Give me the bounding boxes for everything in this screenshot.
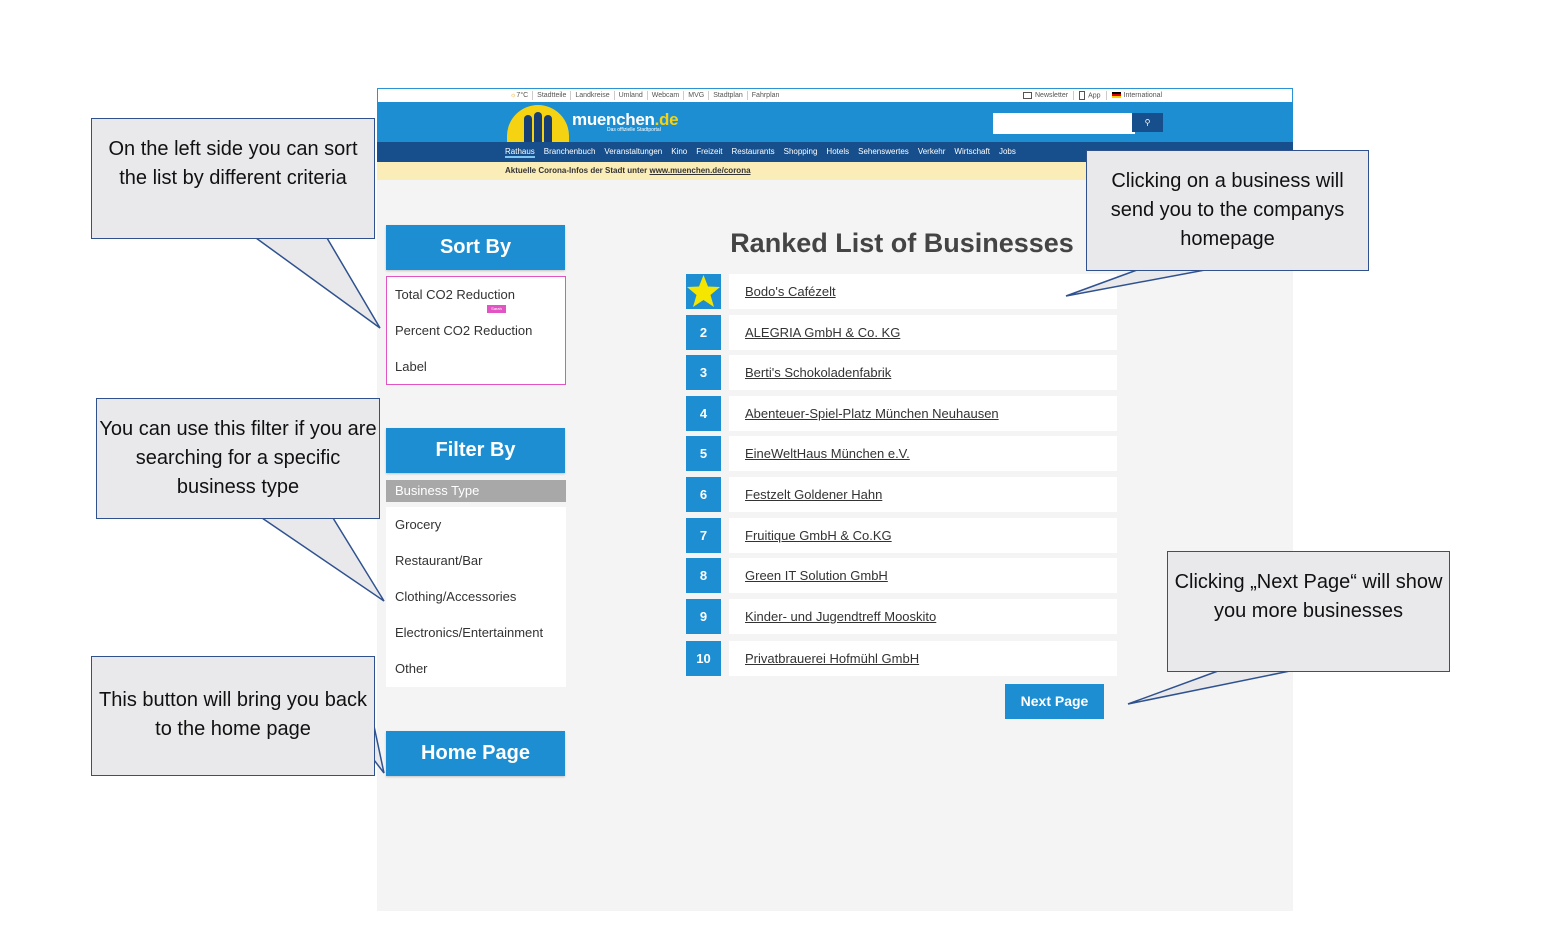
filter-option-grocery[interactable]: Grocery [395,517,441,532]
nav-item-restaurants[interactable]: Restaurants [731,147,774,158]
sort-option-total-co2[interactable]: Total CO2 Reduction [395,287,515,302]
utility-link[interactable]: Umland [615,91,648,100]
search-button[interactable]: ⚲ [1132,113,1163,132]
rank-badge: 4 [686,396,721,431]
corona-link[interactable]: www.muenchen.de/corona [649,166,750,175]
rank-badge: 3 [686,355,721,390]
business-link[interactable]: EineWeltHaus München e.V. [745,446,910,461]
callout-home: This button will bring you back to the h… [91,656,375,776]
rank-badge: 8 [686,558,721,593]
nav-item-rathaus[interactable]: Rathaus [505,147,535,158]
rank-badge: 1 [686,274,721,309]
search-icon: ⚲ [1144,118,1151,127]
business-link[interactable]: Bodo's Cafézelt [745,284,836,299]
sort-option-label[interactable]: Label [395,359,427,374]
nav-item-freizeit[interactable]: Freizeit [696,147,722,158]
filter-option-clothing[interactable]: Clothing/Accessories [395,589,516,604]
cursor-tag: Sarah [487,305,506,313]
next-page-button[interactable]: Next Page [1005,684,1104,719]
business-row[interactable]: Abenteuer-Spiel-Platz München Neuhausen [729,396,1117,431]
mail-icon [1023,91,1032,99]
sort-options: Total CO2 Reduction Sarah Percent CO2 Re… [386,276,566,385]
business-link[interactable]: Fruitique GmbH & Co.KG [745,528,892,543]
nav-item-kino[interactable]: Kino [671,147,687,158]
rank-badge: 5 [686,436,721,471]
business-link[interactable]: Green IT Solution GmbH [745,568,888,583]
logo-subtitle: Das offizielle Stadtportal [607,127,661,133]
business-link[interactable]: Kinder- und Jugendtreff Mooskito [745,609,936,624]
utility-link[interactable]: Stadtplan [709,91,748,100]
business-row[interactable]: Berti's Schokoladenfabrik [729,355,1117,390]
filter-option-electronics[interactable]: Electronics/Entertainment [395,625,543,640]
app-link[interactable]: App [1074,91,1107,101]
rank-badge: 10 [686,641,721,676]
nav-item-hotels[interactable]: Hotels [826,147,849,158]
business-row[interactable]: Green IT Solution GmbH [729,558,1117,593]
newsletter-link[interactable]: Newsletter [1018,91,1075,101]
business-link[interactable]: Privatbrauerei Hofmühl GmbH [745,651,919,666]
business-row[interactable]: EineWeltHaus München e.V. [729,436,1117,471]
german-flag-icon [1111,92,1121,99]
business-row[interactable]: Fruitique GmbH & Co.KG [729,518,1117,553]
utility-link[interactable]: Webcam [648,91,685,100]
list-title: Ranked List of Businesses [730,228,1074,258]
phone-icon [1079,91,1086,100]
rank-badge: 9 [686,599,721,634]
search-input[interactable] [993,113,1135,134]
utility-link[interactable]: Landkreise [571,91,615,100]
utility-link[interactable]: MVG [684,91,710,100]
home-page-button[interactable]: Home Page [386,731,565,776]
nav-item-shopping[interactable]: Shopping [784,147,818,158]
nav-item-jobs[interactable]: Jobs [999,147,1016,158]
nav-item-wirtschaft[interactable]: Wirtschaft [954,147,990,158]
business-row[interactable]: Festzelt Goldener Hahn [729,477,1117,512]
filter-options: Grocery Restaurant/Bar Clothing/Accessor… [386,507,566,687]
business-link[interactable]: Abenteuer-Spiel-Platz München Neuhausen [745,406,999,421]
rank-badge: 7 [686,518,721,553]
utility-bar: ☼7°C Stadtteile Landkreise Umland Webcam… [377,88,1293,102]
weather-readout: ☼7°C [506,91,534,100]
callout-filter: You can use this filter if you are searc… [96,398,380,519]
business-link[interactable]: Berti's Schokoladenfabrik [745,365,891,380]
business-row[interactable]: ALEGRIA GmbH & Co. KG [729,315,1117,350]
callout-business: Clicking on a business will send you to … [1086,150,1369,271]
filter-option-restaurant-bar[interactable]: Restaurant/Bar [395,553,482,568]
nav-item-branchenbuch[interactable]: Branchenbuch [544,147,596,158]
nav-item-verkehr[interactable]: Verkehr [918,147,946,158]
filter-option-other[interactable]: Other [395,661,428,676]
rank-badge: 6 [686,477,721,512]
callout-next-page: Clicking „Next Page“ will show you more … [1167,551,1450,672]
nav-item-veranstaltungen[interactable]: Veranstaltungen [604,147,662,158]
utility-link[interactable]: Fahrplan [748,91,784,100]
filter-by-header: Filter By [386,428,565,473]
nav-item-sehenswertes[interactable]: Sehenswertes [858,147,909,158]
business-row[interactable]: Privatbrauerei Hofmühl GmbH [729,641,1117,676]
rank-badge: 2 [686,315,721,350]
site-header: muenchen.de Das offizielle Stadtportal ⚲ [377,102,1293,142]
sort-option-percent-co2[interactable]: Percent CO2 Reduction [395,323,532,338]
utility-link[interactable]: Stadtteile [533,91,572,100]
business-link[interactable]: ALEGRIA GmbH & Co. KG [745,325,900,340]
sort-by-header: Sort By [386,225,565,270]
business-row[interactable]: Bodo's Cafézelt [729,274,1117,309]
business-row[interactable]: Kinder- und Jugendtreff Mooskito [729,599,1117,634]
international-link[interactable]: International [1107,91,1168,100]
logo-icon[interactable] [507,105,569,142]
callout-sort: On the left side you can sort the list b… [91,118,375,239]
business-type-label: Business Type [386,480,566,502]
business-link[interactable]: Festzelt Goldener Hahn [745,487,882,502]
